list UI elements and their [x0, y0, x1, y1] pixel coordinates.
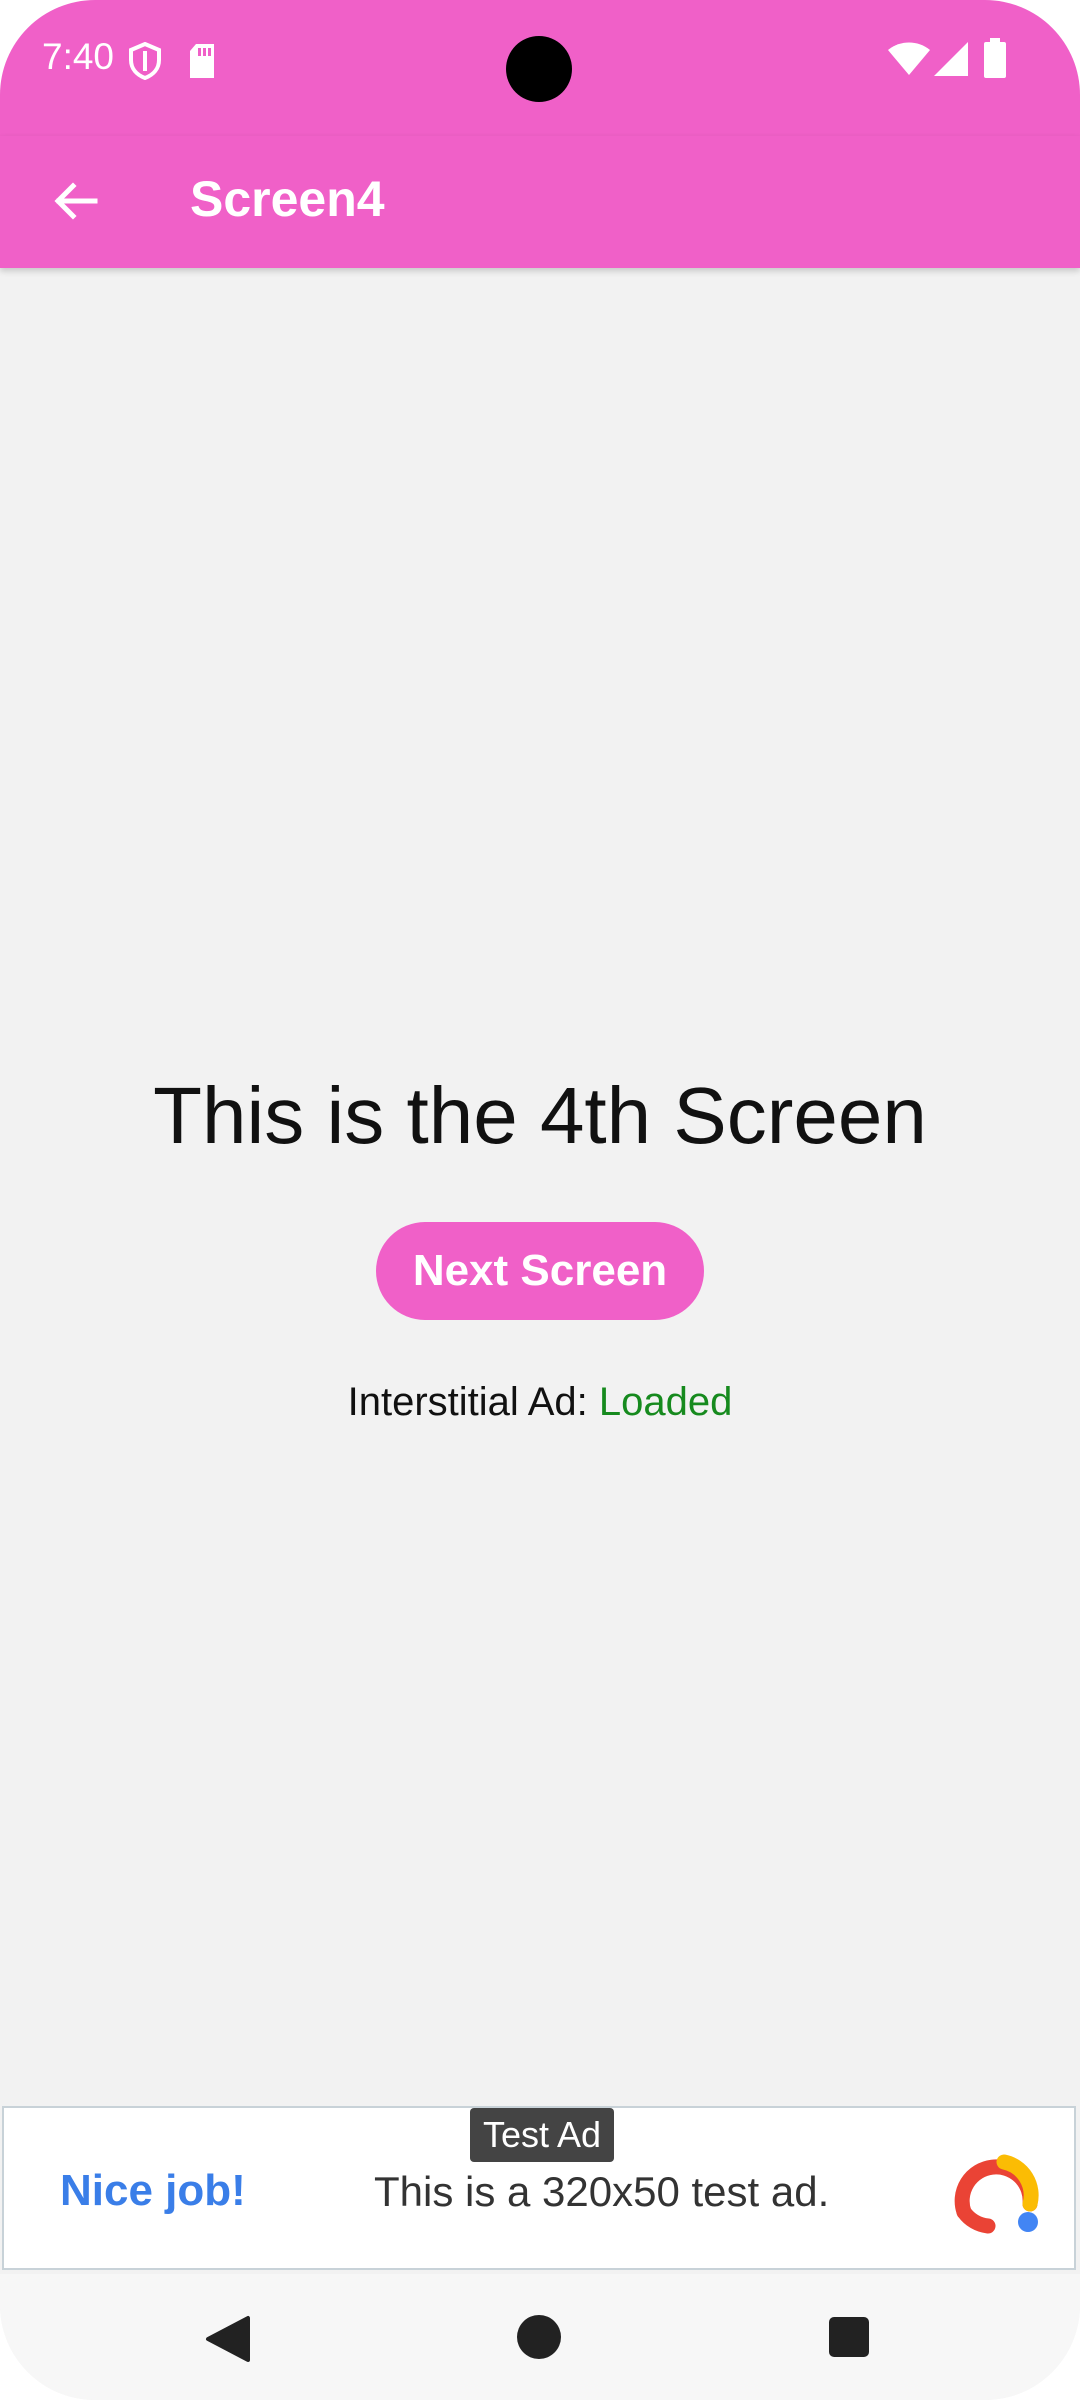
home-circle-icon[interactable] — [516, 2314, 562, 2360]
arrow-back-icon — [54, 182, 98, 220]
app-bar: Screen4 — [0, 136, 1080, 268]
status-time: 7:40 — [42, 36, 115, 77]
page-heading: This is the 4th Screen — [153, 1071, 927, 1160]
wifi-icon — [888, 42, 930, 75]
back-button[interactable] — [40, 166, 110, 236]
navigation-bar — [0, 2274, 1080, 2400]
ad-banner[interactable]: Test Ad Nice job! This is a 320x50 test … — [2, 2106, 1076, 2270]
ad-headline[interactable]: Nice job! — [60, 2166, 246, 2216]
ad-status-line: Interstitial Ad: Loaded — [0, 1380, 1080, 1425]
recents-square-icon[interactable] — [828, 2316, 870, 2358]
battery-icon — [984, 38, 1006, 78]
ad-status-label: Interstitial Ad: — [347, 1380, 599, 1424]
ad-body-text[interactable]: This is a 320x50 test ad. — [374, 2168, 829, 2216]
sd-card-icon — [190, 44, 214, 78]
admob-logo-icon[interactable] — [952, 2148, 1042, 2238]
ad-status-value: Loaded — [598, 1380, 733, 1424]
shield-icon — [129, 42, 161, 80]
status-bar: 7:40 — [0, 0, 1080, 136]
back-triangle-icon[interactable] — [204, 2314, 252, 2364]
phone-screen: 7:40 Screen4 This is the 4th Screen Next… — [0, 0, 1080, 2400]
front-camera — [506, 36, 572, 102]
signal-icon — [934, 42, 968, 76]
app-title: Screen4 — [190, 171, 385, 227]
test-ad-tag: Test Ad — [470, 2108, 614, 2162]
next-screen-button[interactable]: Next Screen — [376, 1222, 704, 1320]
